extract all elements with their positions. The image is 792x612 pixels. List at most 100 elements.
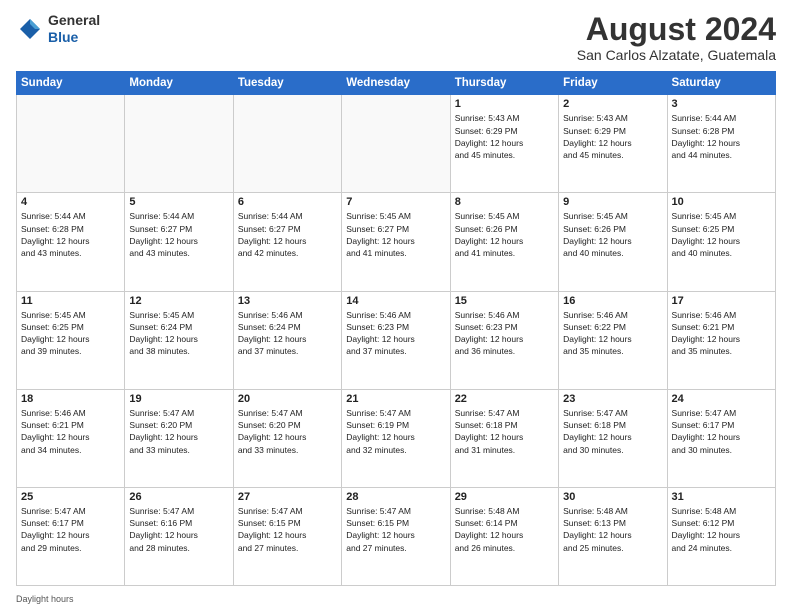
day-info: Sunrise: 5:47 AM Sunset: 6:20 PM Dayligh… (129, 407, 228, 456)
day-number: 15 (455, 295, 554, 307)
day-info: Sunrise: 5:44 AM Sunset: 6:28 PM Dayligh… (672, 112, 771, 161)
day-number: 8 (455, 196, 554, 208)
calendar-week-4: 18 Sunrise: 5:46 AM Sunset: 6:21 PM Dayli… (17, 389, 776, 487)
col-sunday: Sunday (17, 72, 125, 95)
page: General Blue August 2024 San Carlos Alza… (0, 0, 792, 612)
calendar-cell (17, 95, 125, 193)
calendar-cell: 6 Sunrise: 5:44 AM Sunset: 6:27 PM Daylig… (233, 193, 341, 291)
day-number: 17 (672, 295, 771, 307)
day-info: Sunrise: 5:46 AM Sunset: 6:21 PM Dayligh… (672, 309, 771, 358)
title-location: San Carlos Alzatate, Guatemala (577, 47, 776, 63)
col-monday: Monday (125, 72, 233, 95)
day-info: Sunrise: 5:44 AM Sunset: 6:28 PM Dayligh… (21, 210, 120, 259)
logo-text: General Blue (48, 12, 100, 46)
header: General Blue August 2024 San Carlos Alza… (16, 12, 776, 63)
day-info: Sunrise: 5:48 AM Sunset: 6:12 PM Dayligh… (672, 505, 771, 554)
logo-icon (16, 15, 44, 43)
day-info: Sunrise: 5:47 AM Sunset: 6:19 PM Dayligh… (346, 407, 445, 456)
day-number: 7 (346, 196, 445, 208)
day-number: 30 (563, 491, 662, 503)
day-info: Sunrise: 5:46 AM Sunset: 6:22 PM Dayligh… (563, 309, 662, 358)
day-number: 1 (455, 98, 554, 110)
calendar-cell: 27Sunrise: 5:47 AM Sunset: 6:15 PM Dayli… (233, 487, 341, 585)
day-info: Sunrise: 5:43 AM Sunset: 6:29 PM Dayligh… (563, 112, 662, 161)
day-info: Sunrise: 5:47 AM Sunset: 6:18 PM Dayligh… (563, 407, 662, 456)
day-info: Sunrise: 5:45 AM Sunset: 6:25 PM Dayligh… (672, 210, 771, 259)
day-info: Sunrise: 5:45 AM Sunset: 6:26 PM Dayligh… (563, 210, 662, 259)
day-number: 2 (563, 98, 662, 110)
col-wednesday: Wednesday (342, 72, 450, 95)
day-info: Sunrise: 5:46 AM Sunset: 6:23 PM Dayligh… (455, 309, 554, 358)
calendar-cell: 14 Sunrise: 5:46 AM Sunset: 6:23 PM Dayli… (342, 291, 450, 389)
calendar-cell: 11Sunrise: 5:45 AM Sunset: 6:25 PM Dayli… (17, 291, 125, 389)
calendar-cell: 23 Sunrise: 5:47 AM Sunset: 6:18 PM Dayli… (559, 389, 667, 487)
day-info: Sunrise: 5:45 AM Sunset: 6:27 PM Dayligh… (346, 210, 445, 259)
logo-blue: Blue (48, 29, 100, 46)
day-number: 9 (563, 196, 662, 208)
calendar-cell (125, 95, 233, 193)
logo-general: General (48, 12, 100, 29)
calendar-cell: 25 Sunrise: 5:47 AM Sunset: 6:17 PM Dayli… (17, 487, 125, 585)
day-number: 29 (455, 491, 554, 503)
calendar-cell: 21 Sunrise: 5:47 AM Sunset: 6:19 PM Dayli… (342, 389, 450, 487)
day-number: 26 (129, 491, 228, 503)
day-info: Sunrise: 5:45 AM Sunset: 6:24 PM Dayligh… (129, 309, 228, 358)
title-block: August 2024 San Carlos Alzatate, Guatema… (577, 12, 776, 63)
day-number: 10 (672, 196, 771, 208)
day-info: Sunrise: 5:47 AM Sunset: 6:18 PM Dayligh… (455, 407, 554, 456)
day-number: 3 (672, 98, 771, 110)
day-number: 22 (455, 393, 554, 405)
calendar-cell: 22 Sunrise: 5:47 AM Sunset: 6:18 PM Dayli… (450, 389, 558, 487)
col-tuesday: Tuesday (233, 72, 341, 95)
col-thursday: Thursday (450, 72, 558, 95)
calendar-cell: 28Sunrise: 5:47 AM Sunset: 6:15 PM Dayli… (342, 487, 450, 585)
calendar-week-5: 25 Sunrise: 5:47 AM Sunset: 6:17 PM Dayli… (17, 487, 776, 585)
day-info: Sunrise: 5:47 AM Sunset: 6:16 PM Dayligh… (129, 505, 228, 554)
logo: General Blue (16, 12, 100, 46)
calendar-cell: 7 Sunrise: 5:45 AM Sunset: 6:27 PM Daylig… (342, 193, 450, 291)
calendar-cell: 2 Sunrise: 5:43 AM Sunset: 6:29 PM Daylig… (559, 95, 667, 193)
day-number: 12 (129, 295, 228, 307)
calendar-cell: 18 Sunrise: 5:46 AM Sunset: 6:21 PM Dayli… (17, 389, 125, 487)
day-number: 21 (346, 393, 445, 405)
day-info: Sunrise: 5:48 AM Sunset: 6:13 PM Dayligh… (563, 505, 662, 554)
day-info: Sunrise: 5:46 AM Sunset: 6:23 PM Dayligh… (346, 309, 445, 358)
day-info: Sunrise: 5:44 AM Sunset: 6:27 PM Dayligh… (238, 210, 337, 259)
col-saturday: Saturday (667, 72, 775, 95)
day-number: 20 (238, 393, 337, 405)
col-friday: Friday (559, 72, 667, 95)
calendar-cell: 26 Sunrise: 5:47 AM Sunset: 6:16 PM Dayli… (125, 487, 233, 585)
day-info: Sunrise: 5:45 AM Sunset: 6:25 PM Dayligh… (21, 309, 120, 358)
day-info: Sunrise: 5:44 AM Sunset: 6:27 PM Dayligh… (129, 210, 228, 259)
day-number: 6 (238, 196, 337, 208)
day-info: Sunrise: 5:46 AM Sunset: 6:24 PM Dayligh… (238, 309, 337, 358)
day-number: 31 (672, 491, 771, 503)
calendar-cell: 1 Sunrise: 5:43 AM Sunset: 6:29 PM Daylig… (450, 95, 558, 193)
day-number: 4 (21, 196, 120, 208)
calendar-cell: 17 Sunrise: 5:46 AM Sunset: 6:21 PM Dayli… (667, 291, 775, 389)
calendar-cell (342, 95, 450, 193)
calendar-week-1: 1 Sunrise: 5:43 AM Sunset: 6:29 PM Daylig… (17, 95, 776, 193)
calendar-cell: 10 Sunrise: 5:45 AM Sunset: 6:25 PM Dayli… (667, 193, 775, 291)
day-info: Sunrise: 5:47 AM Sunset: 6:15 PM Dayligh… (346, 505, 445, 554)
day-info: Sunrise: 5:46 AM Sunset: 6:21 PM Dayligh… (21, 407, 120, 456)
day-number: 18 (21, 393, 120, 405)
calendar-cell: 31 Sunrise: 5:48 AM Sunset: 6:12 PM Dayli… (667, 487, 775, 585)
calendar-week-3: 11Sunrise: 5:45 AM Sunset: 6:25 PM Dayli… (17, 291, 776, 389)
day-info: Sunrise: 5:47 AM Sunset: 6:17 PM Dayligh… (21, 505, 120, 554)
calendar-cell: 20 Sunrise: 5:47 AM Sunset: 6:20 PM Dayli… (233, 389, 341, 487)
day-number: 27 (238, 491, 337, 503)
day-number: 23 (563, 393, 662, 405)
calendar-cell: 29Sunrise: 5:48 AM Sunset: 6:14 PM Dayli… (450, 487, 558, 585)
day-number: 25 (21, 491, 120, 503)
calendar-cell: 13Sunrise: 5:46 AM Sunset: 6:24 PM Dayli… (233, 291, 341, 389)
day-number: 14 (346, 295, 445, 307)
calendar-cell: 12 Sunrise: 5:45 AM Sunset: 6:24 PM Dayli… (125, 291, 233, 389)
calendar-cell: 4 Sunrise: 5:44 AM Sunset: 6:28 PM Daylig… (17, 193, 125, 291)
calendar-cell: 8Sunrise: 5:45 AM Sunset: 6:26 PM Daylig… (450, 193, 558, 291)
note: Daylight hours (16, 592, 776, 604)
day-info: Sunrise: 5:43 AM Sunset: 6:29 PM Dayligh… (455, 112, 554, 161)
day-info: Sunrise: 5:47 AM Sunset: 6:20 PM Dayligh… (238, 407, 337, 456)
calendar-cell: 15 Sunrise: 5:46 AM Sunset: 6:23 PM Dayli… (450, 291, 558, 389)
header-row: Sunday Monday Tuesday Wednesday Thursday… (17, 72, 776, 95)
